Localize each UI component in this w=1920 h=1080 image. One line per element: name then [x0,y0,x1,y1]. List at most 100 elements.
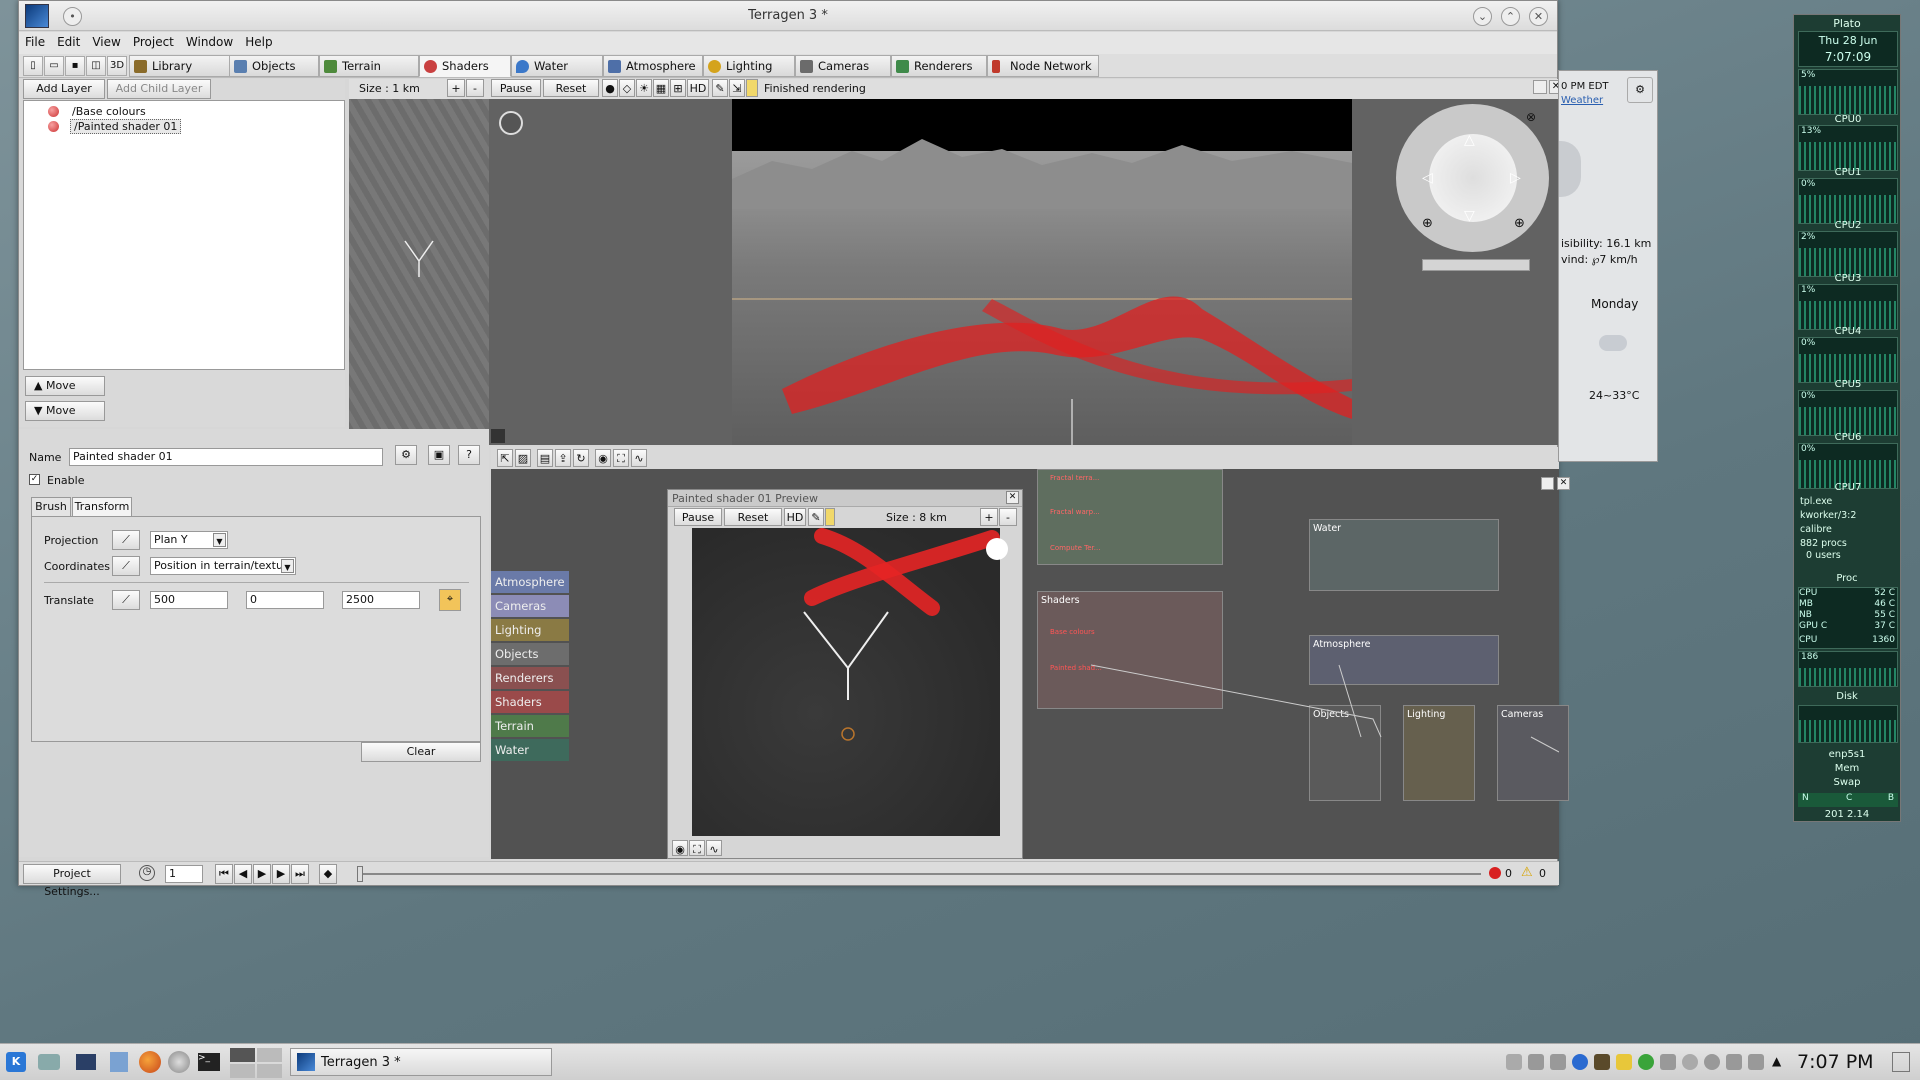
sphere-icon[interactable]: ● [602,79,618,97]
enable-checkbox[interactable]: ✓ [29,474,40,485]
translate-x-field[interactable]: 500 [150,591,228,609]
close-nav-icon[interactable]: ⊗ [1526,110,1536,124]
show-desktop-icon[interactable] [1892,1052,1910,1072]
network-tray-icon[interactable] [1638,1054,1654,1070]
zoom-out-button[interactable]: - [466,79,484,97]
render-icon[interactable]: ◫ [86,56,106,76]
navigation-widget-icon[interactable] [499,111,523,135]
title-bar[interactable]: • Terragen 3 * ⌄ ⌃ ✕ [19,1,1557,31]
tray-expand-icon[interactable]: ▲ [1772,1054,1781,1068]
bluetooth-icon[interactable] [1726,1054,1742,1070]
close-button[interactable]: ✕ [1529,7,1548,26]
tab-terrain[interactable]: Terrain [319,55,419,77]
desktop-4[interactable] [257,1064,282,1078]
grid-icon[interactable]: ⊞ [670,79,686,97]
minimize-button[interactable]: ⌄ [1473,7,1492,26]
notifications-icon[interactable] [1682,1054,1698,1070]
preview-reset-button[interactable]: Reset [724,508,782,526]
sun-toggle-icon[interactable]: ☀ [636,79,652,97]
preview-curve-icon[interactable]: ∿ [706,840,722,856]
add-layer-button[interactable]: Add Layer [23,79,105,99]
timeline-slider[interactable] [357,873,1481,875]
preview-pause-button[interactable]: Pause [674,508,722,526]
hd-button[interactable]: HD [687,79,709,97]
monitor-icon[interactable] [1528,1054,1544,1070]
lock-icon[interactable] [746,79,758,97]
viewport-maximize-icon[interactable] [1533,80,1547,94]
tab-lighting[interactable]: Lighting [703,55,795,77]
node-network[interactable]: ⇱ ▨ ▤ ⇪ ↻ ◉ ⛶ ∿ ✕ Atmosphere Cameras Lig… [491,447,1570,859]
tab-transform[interactable]: Transform [72,497,132,517]
new-project-icon[interactable]: ▯ [23,56,43,76]
dropbox-icon[interactable] [1506,1054,1522,1070]
tab-renderers[interactable]: Renderers [891,55,987,77]
arrow-left-icon[interactable]: ◁ [1422,170,1433,186]
translate-y-field[interactable]: 0 [246,591,324,609]
name-field[interactable]: Painted shader 01 [69,448,383,466]
layer-item[interactable]: /Base colours [28,105,328,119]
save-icon[interactable]: ▪ [65,56,85,76]
first-frame-icon[interactable]: ⏮ [215,864,233,884]
move-down-button[interactable]: ▼ Move [25,401,105,421]
tab-cameras[interactable]: Cameras [795,55,891,77]
clear-button[interactable]: Clear [361,742,481,762]
taskbar-clock[interactable]: 7:07 PM [1797,1051,1874,1073]
update-icon[interactable] [1704,1054,1720,1070]
brush-icon[interactable]: ✎ [712,79,728,97]
add-child-layer-button[interactable]: Add Child Layer [107,79,211,99]
nav-speed-slider[interactable] [1422,259,1530,271]
translate-z-field[interactable]: 2500 [342,591,420,609]
settings-icon[interactable]: ⚙ [395,445,417,465]
tab-objects[interactable]: Objects [229,55,319,77]
tab-brush[interactable]: Brush [31,497,71,517]
volume-icon[interactable] [1748,1054,1764,1070]
preview-title-bar[interactable]: Painted shader 01 Preview ✕ [668,490,1022,507]
library-tray-icon[interactable] [1594,1054,1610,1070]
water-toggle-icon[interactable]: ▦ [653,79,669,97]
prev-frame-icon[interactable]: ◀ [234,864,252,884]
pick-position-icon[interactable]: ⌖ [439,589,461,611]
projection-select[interactable]: Plan Y ▼ [150,531,228,549]
menu-file[interactable]: File [19,32,51,52]
desktop-icon[interactable] [76,1054,96,1070]
preview-nav-icon[interactable] [986,538,1008,560]
preview-zoom-in-button[interactable]: + [980,508,998,526]
preview-zoom-out-button[interactable]: - [999,508,1017,526]
thunderbird-icon[interactable] [168,1051,190,1073]
menu-view[interactable]: View [86,32,126,52]
frame-field[interactable]: 1 [165,865,203,883]
kde-launcher-icon[interactable]: K [6,1052,26,1072]
view-compass[interactable]: △ ▽ ◁ ▷ ⊗ ⊕ ⊕ [1396,104,1549,252]
coordinates-link-icon[interactable]: ⟋ [112,556,140,576]
terminal-icon[interactable]: >_ [198,1053,220,1071]
arrow-down-icon[interactable]: ▽ [1464,208,1475,224]
task-terragen[interactable]: Terragen 3 * [290,1048,552,1076]
coordinates-select[interactable]: Position in terrain/texture ▼ [150,557,296,575]
reset-button[interactable]: Reset [543,79,599,97]
preview-image[interactable] [692,528,1008,836]
maximize-button[interactable]: ⌃ [1501,7,1520,26]
zoom-out-icon[interactable]: ⊕ [1514,216,1525,231]
preview-brush-icon[interactable]: ✎ [808,508,824,526]
menu-edit[interactable]: Edit [51,32,86,52]
firefox-icon[interactable] [139,1051,161,1073]
tab-atmosphere[interactable]: Atmosphere [603,55,703,77]
pause-button[interactable]: Pause [491,79,541,97]
preview-close-icon[interactable]: ✕ [1006,491,1019,504]
notes-icon[interactable] [1616,1054,1632,1070]
menu-help[interactable]: Help [239,32,278,52]
wireframe-icon[interactable]: ◇ [619,79,635,97]
layer-item[interactable]: /Painted shader 01 [28,119,328,134]
clipboard-icon[interactable] [1660,1054,1676,1070]
menu-project[interactable]: Project [127,32,180,52]
keyframe-icon[interactable]: ◆ [319,864,337,884]
pager[interactable] [230,1048,284,1078]
3d-viewport[interactable]: △ ▽ ◁ ▷ ⊗ ⊕ ⊕ [349,99,1559,445]
timeline-handle[interactable] [357,866,363,882]
select-icon[interactable]: ⇲ [729,79,745,97]
tab-water[interactable]: Water [511,55,603,77]
3d-preview-icon[interactable]: 3D [107,56,127,76]
zoom-in-icon[interactable]: ⊕ [1422,216,1433,231]
arrow-right-icon[interactable]: ▷ [1510,170,1521,186]
preview-fit-icon[interactable]: ⛶ [689,840,705,856]
